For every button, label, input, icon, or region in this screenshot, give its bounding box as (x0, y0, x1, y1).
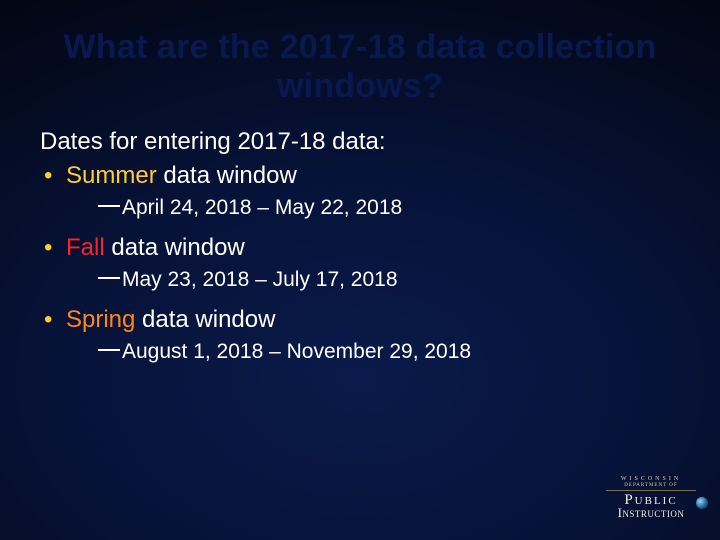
logo-public-text: Public (624, 492, 677, 508)
list-item: Fall data window May 23, 2018 – July 17,… (40, 234, 680, 292)
logo-line2: DEPARTMENT OF (596, 483, 706, 488)
windows-list: Summer data window April 24, 2018 – May … (40, 162, 680, 364)
season-name: Summer (66, 162, 157, 189)
date-sublist: April 24, 2018 – May 22, 2018 (40, 196, 680, 220)
logo-line4: Instruction (596, 507, 706, 519)
season-name: Fall (66, 234, 105, 261)
date-sublist: August 1, 2018 – November 29, 2018 (40, 340, 680, 364)
date-sublist: May 23, 2018 – July 17, 2018 (40, 268, 680, 292)
list-item: Summer data window April 24, 2018 – May … (40, 162, 680, 220)
logo-line1: WISCONSIN (596, 476, 706, 482)
window-rest: data window (157, 162, 297, 189)
logo-divider (606, 490, 696, 491)
dpi-logo: WISCONSIN DEPARTMENT OF Public Instructi… (596, 476, 706, 532)
window-label: Spring data window (40, 306, 680, 334)
season-name: Spring (66, 306, 135, 333)
list-item: Spring data window August 1, 2018 – Nove… (40, 306, 680, 364)
window-label: Summer data window (40, 162, 680, 190)
window-rest: data window (135, 306, 275, 333)
date-range: April 24, 2018 – May 22, 2018 (98, 196, 680, 220)
globe-icon (696, 497, 708, 509)
slide-title: What are the 2017-18 data collection win… (40, 28, 680, 106)
logo-line3: Public (596, 493, 706, 507)
window-label: Fall data window (40, 234, 680, 262)
date-range: May 23, 2018 – July 17, 2018 (98, 268, 680, 292)
window-rest: data window (105, 234, 245, 261)
slide: What are the 2017-18 data collection win… (0, 0, 720, 540)
intro-text: Dates for entering 2017-18 data: (40, 128, 680, 156)
date-range: August 1, 2018 – November 29, 2018 (98, 340, 680, 364)
